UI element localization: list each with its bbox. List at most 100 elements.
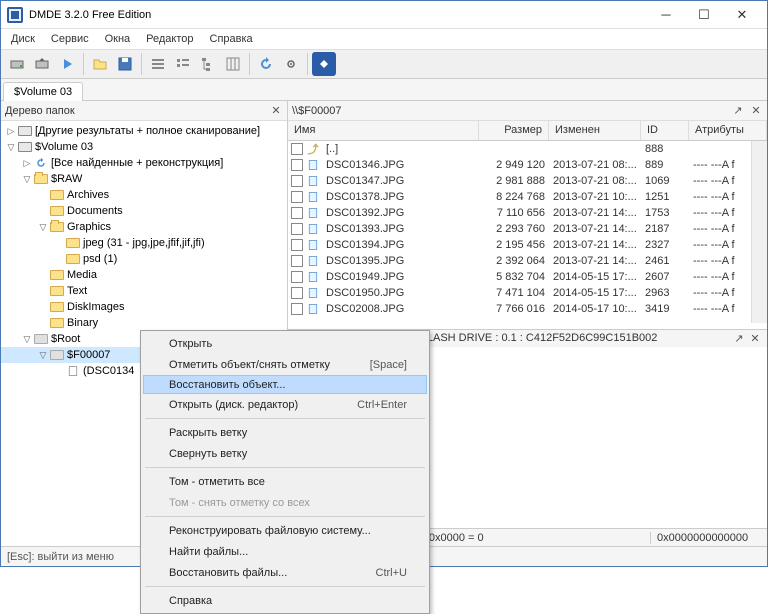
col-name[interactable]: Имя [288, 121, 479, 140]
tree-row[interactable]: Text [1, 283, 287, 299]
detail-view-icon[interactable] [171, 52, 195, 76]
menu-item[interactable]: Найти файлы... [143, 541, 427, 562]
close-panel-icon[interactable]: ✕ [749, 104, 763, 118]
close-button[interactable]: ✕ [723, 2, 761, 28]
tree-row[interactable]: ▽$RAW [1, 171, 287, 187]
col-size[interactable]: Размер [479, 121, 549, 140]
info-close-icon[interactable]: ✕ [749, 332, 761, 344]
file-row[interactable]: DSC01346.JPG2 949 1202013-07-21 08:...88… [288, 157, 767, 173]
twisty-icon[interactable]: ▷ [5, 125, 17, 137]
open-icon[interactable] [88, 52, 112, 76]
tab-volume[interactable]: $Volume 03 [3, 82, 83, 101]
col-modified[interactable]: Изменен [549, 121, 641, 140]
refresh-icon[interactable] [254, 52, 278, 76]
twisty-icon[interactable]: ▽ [21, 173, 33, 185]
twisty-icon[interactable] [37, 269, 49, 281]
twisty-icon[interactable] [37, 301, 49, 313]
menu-item[interactable]: Справка [143, 590, 427, 611]
tree-row[interactable]: Archives [1, 187, 287, 203]
twisty-icon[interactable]: ▷ [21, 157, 33, 169]
menu-help[interactable]: Справка [204, 31, 259, 47]
tree-row[interactable]: ▷[Другие результаты + полное сканировани… [1, 123, 287, 139]
menu-service[interactable]: Сервис [45, 31, 95, 47]
checkbox[interactable] [291, 159, 303, 171]
checkbox[interactable] [291, 143, 303, 155]
menu-disk[interactable]: Диск [5, 31, 41, 47]
col-id[interactable]: ID [641, 121, 689, 140]
tree-view-icon[interactable] [196, 52, 220, 76]
checkbox[interactable] [291, 191, 303, 203]
file-list[interactable]: ⤴[..]888 DSC01346.JPG2 949 1202013-07-21… [288, 141, 767, 323]
checkbox[interactable] [291, 271, 303, 283]
tree-label: Documents [67, 205, 123, 217]
scrollbar[interactable] [751, 141, 767, 323]
tree-row[interactable]: Documents [1, 203, 287, 219]
app-button[interactable] [312, 52, 336, 76]
checkbox[interactable] [291, 175, 303, 187]
file-row[interactable]: DSC02008.JPG7 766 0162014-05-17 10:...34… [288, 301, 767, 317]
columns-icon[interactable] [221, 52, 245, 76]
file-modified: 2014-05-15 17:... [549, 271, 641, 283]
twisty-icon[interactable] [37, 189, 49, 201]
file-row[interactable]: DSC01393.JPG2 293 7602013-07-21 14:...21… [288, 221, 767, 237]
checkbox[interactable] [291, 239, 303, 251]
checkbox[interactable] [291, 255, 303, 267]
tree-label: psd (1) [83, 253, 117, 265]
eject-icon[interactable] [30, 52, 54, 76]
twisty-icon[interactable] [37, 205, 49, 217]
checkbox[interactable] [291, 287, 303, 299]
maximize-button[interactable]: ☐ [685, 2, 723, 28]
twisty-icon[interactable] [37, 317, 49, 329]
file-row[interactable]: ⤴[..]888 [288, 141, 767, 157]
col-attr[interactable]: Атрибуты [689, 121, 767, 140]
menu-item[interactable]: Реконструировать файловую систему... [143, 520, 427, 541]
file-row[interactable]: DSC01392.JPG7 110 6562013-07-21 14:...17… [288, 205, 767, 221]
twisty-icon[interactable] [37, 285, 49, 297]
twisty-icon[interactable]: ▽ [37, 349, 49, 361]
list-view-icon[interactable] [146, 52, 170, 76]
minimize-button[interactable]: ─ [647, 2, 685, 28]
menu-windows[interactable]: Окна [99, 31, 137, 47]
play-icon[interactable] [55, 52, 79, 76]
tree-row[interactable]: psd (1) [1, 251, 287, 267]
tree-row[interactable]: Media [1, 267, 287, 283]
menu-item[interactable]: Свернуть ветку [143, 443, 427, 464]
tree-close-icon[interactable]: ✕ [269, 104, 283, 118]
file-row[interactable]: DSC01950.JPG7 471 1042014-05-15 17:...29… [288, 285, 767, 301]
menu-item[interactable]: Раскрыть ветку [143, 422, 427, 443]
menu-item[interactable]: Восстановить файлы...Ctrl+U [143, 562, 427, 583]
file-size: 7 110 656 [479, 207, 549, 219]
twisty-icon[interactable]: ▽ [21, 333, 33, 345]
menu-item[interactable]: Отметить объект/снять отметку[Space] [143, 354, 427, 375]
file-row[interactable]: DSC01378.JPG8 224 7682013-07-21 10:...12… [288, 189, 767, 205]
file-row[interactable]: DSC01395.JPG2 392 0642013-07-21 14:...24… [288, 253, 767, 269]
twisty-icon[interactable] [53, 365, 65, 377]
menu-item[interactable]: Открыть [143, 333, 427, 354]
settings-icon[interactable] [279, 52, 303, 76]
twisty-icon[interactable]: ▽ [37, 221, 49, 233]
twisty-icon[interactable]: ▽ [5, 141, 17, 153]
file-row[interactable]: DSC01394.JPG2 195 4562013-07-21 14:...23… [288, 237, 767, 253]
tree-row[interactable]: ▽$Volume 03 [1, 139, 287, 155]
info-maximize-icon[interactable]: ↗ [733, 332, 745, 344]
tree-row[interactable]: ▷[Все найденные + реконструкция] [1, 155, 287, 171]
file-row[interactable]: DSC01347.JPG2 981 8882013-07-21 08:...10… [288, 173, 767, 189]
file-row[interactable]: DSC01949.JPG5 832 7042014-05-15 17:...26… [288, 269, 767, 285]
checkbox[interactable] [291, 303, 303, 315]
tree-row[interactable]: ▽Graphics [1, 219, 287, 235]
tree-row[interactable]: DiskImages [1, 299, 287, 315]
disk-icon[interactable] [5, 52, 29, 76]
checkbox[interactable] [291, 223, 303, 235]
menu-item[interactable]: Восстановить объект... [143, 375, 427, 394]
context-menu[interactable]: ОткрытьОтметить объект/снять отметку[Spa… [140, 330, 430, 614]
menu-item[interactable]: Открыть (диск. редактор)Ctrl+Enter [143, 394, 427, 415]
twisty-icon[interactable] [53, 237, 65, 249]
menu-item[interactable]: Том - отметить все [143, 471, 427, 492]
maximize-panel-icon[interactable]: ↗ [731, 104, 745, 118]
tree-row[interactable]: jpeg (31 - jpg,jpe,jfif,jif,jfi) [1, 235, 287, 251]
tree-row[interactable]: Binary [1, 315, 287, 331]
save-icon[interactable] [113, 52, 137, 76]
menu-editor[interactable]: Редактор [140, 31, 199, 47]
checkbox[interactable] [291, 207, 303, 219]
twisty-icon[interactable] [53, 253, 65, 265]
